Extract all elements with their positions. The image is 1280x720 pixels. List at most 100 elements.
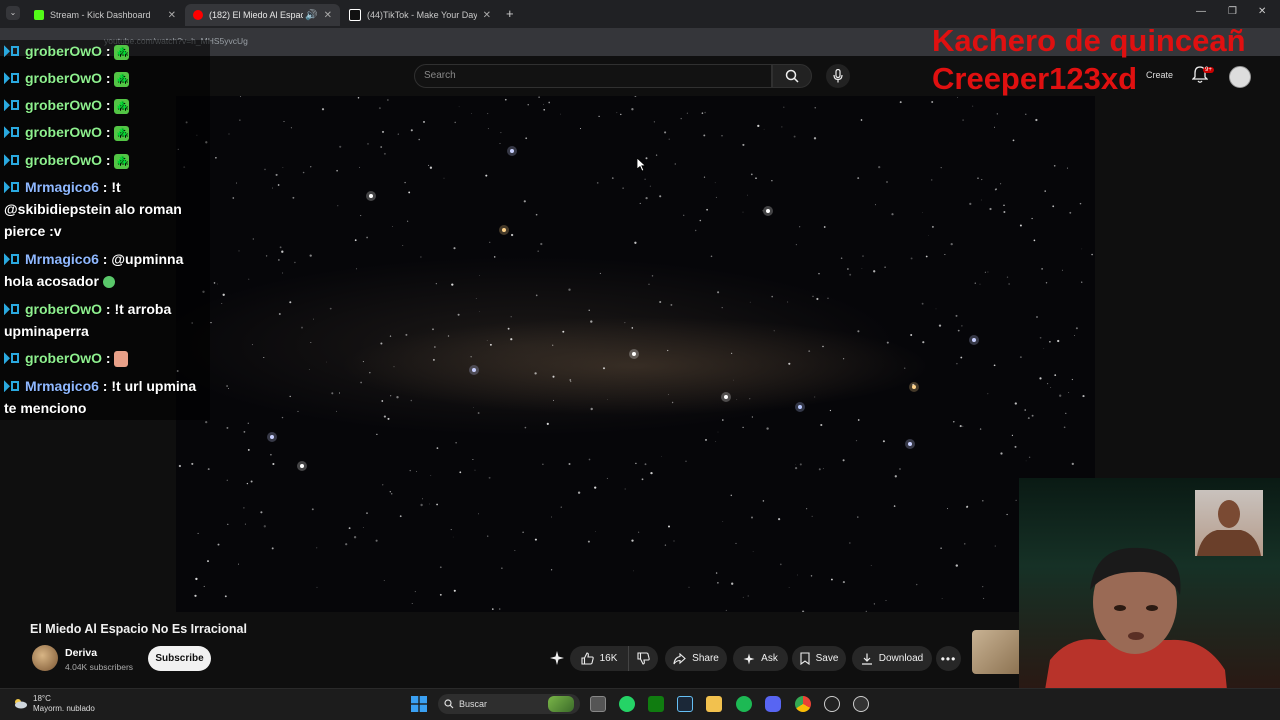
close-tab-icon[interactable]: ✕ — [168, 10, 176, 21]
video-player[interactable] — [176, 96, 1095, 612]
star — [281, 416, 284, 419]
star — [938, 324, 942, 327]
sparkle-icon — [743, 653, 755, 664]
more-actions-button[interactable]: ••• — [936, 646, 961, 671]
speaker-icon[interactable]: 🔊 — [305, 10, 317, 21]
stream-chat-overlay: groberOwO : ⁂ groberOwO : ⁂ groberOwO : … — [0, 40, 210, 420]
star — [485, 174, 488, 177]
save-button[interactable]: Save — [792, 646, 846, 671]
star — [995, 188, 997, 190]
subscribe-button[interactable]: Subscribe — [148, 646, 211, 671]
ask-button[interactable]: Ask — [733, 646, 788, 671]
kick-badge-icon — [4, 303, 19, 315]
search-input[interactable] — [414, 64, 772, 88]
star — [715, 196, 717, 198]
share-arrow-icon — [673, 652, 686, 664]
star — [818, 468, 821, 471]
close-window-icon[interactable]: ✕ — [1258, 6, 1266, 17]
star — [263, 525, 266, 528]
star — [742, 596, 744, 598]
star — [802, 610, 805, 612]
bright-star — [798, 405, 802, 409]
star — [1003, 204, 1005, 207]
star — [504, 98, 507, 101]
star — [390, 493, 393, 495]
spotify-icon[interactable] — [736, 696, 752, 712]
obs-icon[interactable] — [853, 696, 869, 712]
weather-temperature[interactable]: 18°C — [33, 694, 51, 703]
tab-kick-dashboard[interactable]: Stream - Kick Dashboard ✕ — [26, 4, 184, 26]
chat-message: groberOwO : !t arroba upminaperra — [4, 301, 172, 339]
file-explorer-icon[interactable] — [706, 696, 722, 712]
star — [487, 128, 489, 130]
windows-start-icon[interactable] — [411, 696, 427, 712]
star — [383, 152, 386, 155]
star — [704, 111, 706, 114]
xbox-icon[interactable] — [648, 696, 664, 712]
star — [329, 307, 332, 310]
search-button[interactable] — [772, 64, 812, 88]
tab-youtube-video[interactable]: (182) El Miedo Al Espacio N 🔊 ✕ — [185, 4, 340, 26]
star — [588, 458, 591, 461]
ai-sparkle-icon[interactable] — [549, 650, 565, 666]
voice-search-button[interactable] — [826, 64, 850, 88]
recommended-video-thumbnail[interactable] — [972, 630, 1019, 674]
like-count: 16K — [599, 653, 618, 664]
star — [479, 275, 480, 276]
star — [294, 261, 296, 264]
weather-description[interactable]: Mayorm. nublado — [33, 704, 95, 713]
capcut-icon[interactable] — [824, 696, 840, 712]
star — [671, 401, 674, 404]
star — [674, 163, 676, 165]
close-tab-icon[interactable]: ✕ — [483, 10, 491, 21]
star — [486, 340, 488, 341]
star — [710, 255, 713, 258]
mouse-cursor-icon — [637, 158, 647, 172]
close-tab-icon[interactable]: ✕ — [324, 10, 332, 21]
star — [207, 468, 210, 471]
star — [1035, 118, 1038, 122]
dislike-button[interactable] — [628, 646, 658, 671]
cloud-weather-icon[interactable] — [12, 697, 28, 709]
tab-tiktok[interactable]: (44)TikTok - Make Your Day ✕ — [341, 4, 499, 26]
maximize-icon[interactable]: ❐ — [1228, 6, 1237, 17]
chat-message: groberOwO : ⁂ — [4, 121, 209, 143]
like-button[interactable]: 16K — [570, 646, 628, 671]
star — [886, 341, 889, 344]
star — [843, 358, 845, 360]
star — [899, 101, 902, 104]
new-tab-button[interactable]: + — [506, 6, 514, 21]
star — [493, 256, 496, 258]
star — [510, 338, 513, 341]
steam-icon[interactable] — [677, 696, 693, 712]
channel-avatar[interactable] — [32, 645, 58, 671]
star — [501, 567, 503, 569]
whatsapp-icon[interactable] — [619, 696, 635, 712]
star — [721, 307, 723, 309]
download-button[interactable]: Download — [852, 646, 932, 671]
star — [788, 587, 790, 588]
kick-badge-icon — [4, 126, 19, 138]
star — [1053, 164, 1056, 167]
star — [247, 422, 249, 424]
share-button[interactable]: Share — [665, 646, 727, 671]
chrome-icon[interactable] — [795, 696, 811, 712]
channel-name[interactable]: Deriva — [65, 647, 97, 659]
star — [389, 335, 392, 337]
star — [1019, 224, 1022, 227]
task-view-icon[interactable] — [590, 696, 606, 712]
star — [408, 191, 411, 194]
minimize-icon[interactable]: — — [1196, 6, 1206, 17]
star — [686, 112, 688, 114]
emote-icon: ⁂ — [114, 125, 130, 141]
tab-search-button[interactable]: ⌄ — [6, 6, 20, 20]
discord-icon[interactable] — [765, 696, 781, 712]
star — [606, 477, 608, 479]
star — [411, 603, 413, 604]
star — [812, 295, 814, 298]
star — [715, 441, 717, 442]
star — [1006, 513, 1008, 516]
star — [562, 330, 565, 333]
star — [477, 412, 480, 414]
star — [644, 178, 646, 180]
